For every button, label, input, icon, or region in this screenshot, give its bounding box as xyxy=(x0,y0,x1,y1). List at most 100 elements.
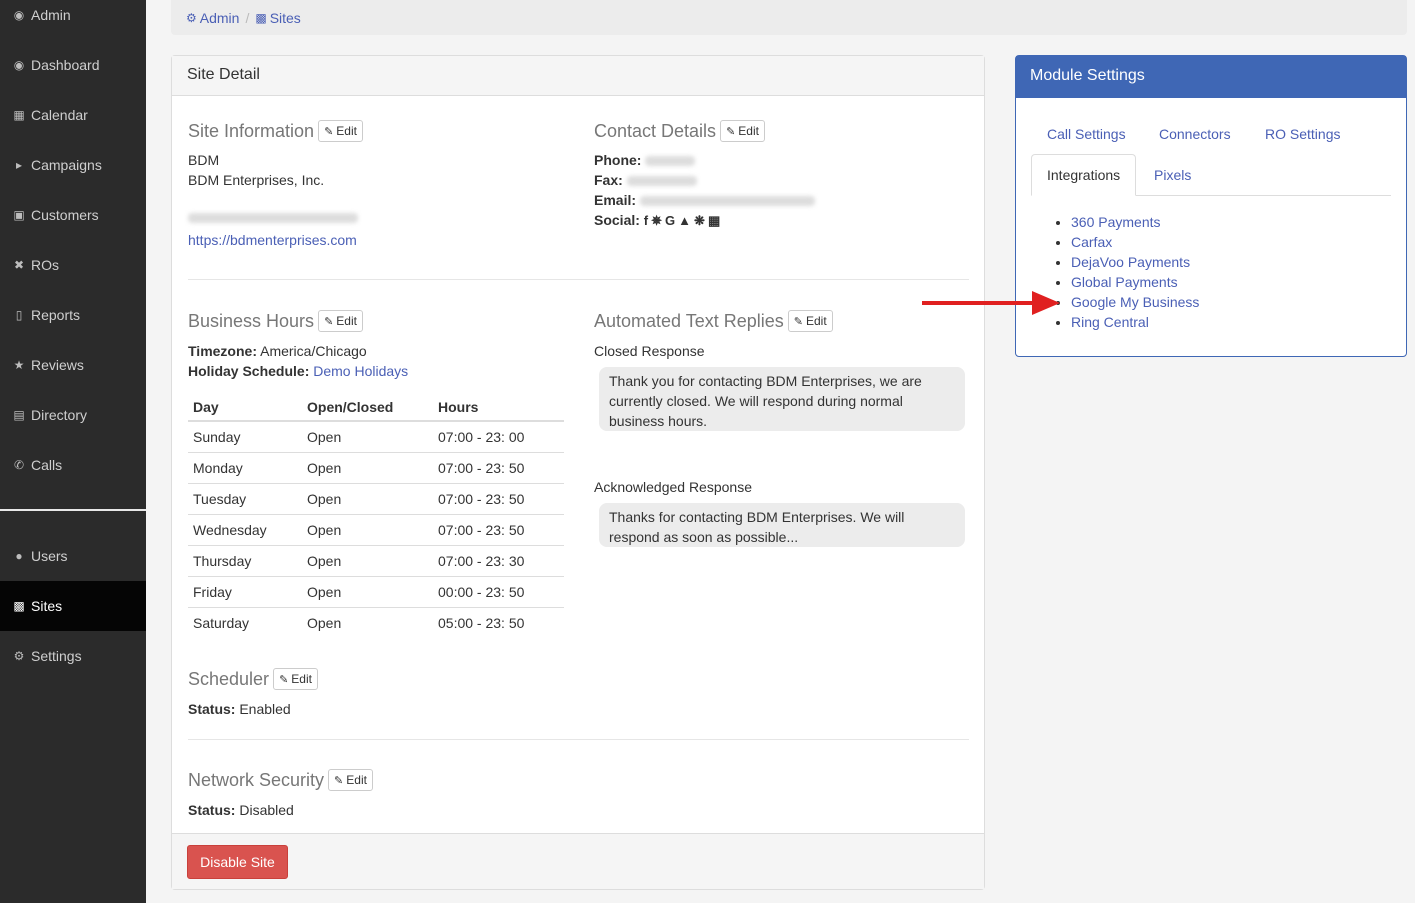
integration-link-dejavoo-payments[interactable]: DejaVoo Payments xyxy=(1071,254,1190,270)
automated-text-replies-heading: Automated Text Replies ✎ Edit xyxy=(594,310,833,332)
sidebar-item-reviews[interactable]: ★ Reviews xyxy=(0,340,146,390)
site-detail-panel: Site Detail Site Information ✎ Edit BDM B… xyxy=(171,55,985,890)
disable-site-button[interactable]: Disable Site xyxy=(187,845,288,879)
sidebar-item-reports[interactable]: ▯ Reports xyxy=(0,290,146,340)
sidebar-item-label: ROs xyxy=(31,257,59,273)
divider xyxy=(188,279,969,280)
column-header: Hours xyxy=(433,393,564,422)
edit-label: Edit xyxy=(346,773,367,787)
scheduler-status: Status: Enabled xyxy=(188,701,291,717)
calendar-icon[interactable]: ▦ xyxy=(708,213,723,228)
tab-connectors[interactable]: Connectors xyxy=(1159,126,1231,142)
breadcrumb: ⚙ Admin / ▩ Sites xyxy=(171,0,1407,35)
sidebar-item-label: Sites xyxy=(31,598,63,614)
sidebar-item-directory[interactable]: ▤ Directory xyxy=(0,390,146,440)
sidebar-item-dashboard[interactable]: ◉ Dashboard xyxy=(0,40,146,90)
table-row: Saturday Open 05:00 - 23: 50 xyxy=(188,606,564,638)
bar-chart-icon: ▯ xyxy=(15,308,23,322)
tab-pixels[interactable]: Pixels xyxy=(1154,167,1191,183)
divider xyxy=(188,739,969,740)
breadcrumb-admin-link[interactable]: Admin xyxy=(200,10,240,26)
dashboard-icon: ◉ xyxy=(13,58,25,72)
twitter-icon[interactable]: ✵ xyxy=(651,213,665,228)
table-row: Thursday Open 07:00 - 23: 30 xyxy=(188,544,564,576)
table-cell: 05:00 - 23: 50 xyxy=(433,606,564,638)
pencil-icon: ✎ xyxy=(324,315,334,328)
integration-link-ring-central[interactable]: Ring Central xyxy=(1071,314,1149,330)
table-cell: 00:00 - 23: 50 xyxy=(433,575,564,607)
column-header: Open/Closed xyxy=(302,393,433,422)
integration-link-global-payments[interactable]: Global Payments xyxy=(1071,274,1178,290)
heading-text: Network Security xyxy=(188,769,325,790)
business-hours-table: Day Open/Closed Hours Sunday Open 07:00 - … xyxy=(188,393,564,638)
edit-network-security-button[interactable]: ✎ Edit xyxy=(328,769,373,791)
tab-integrations[interactable]: Integrations xyxy=(1031,154,1137,196)
google-icon[interactable]: G xyxy=(665,213,678,228)
table-cell: Open xyxy=(302,606,433,638)
site-url-link[interactable]: https://bdmenterprises.com xyxy=(188,232,357,248)
table-cell: Open xyxy=(302,513,433,545)
table-row: Sunday Open 07:00 - 23: 00 xyxy=(188,420,564,452)
table-cell: Open xyxy=(302,544,433,576)
sidebar-item-campaigns[interactable]: ▸ Campaigns xyxy=(0,140,146,190)
fax-label: Fax: xyxy=(594,172,623,188)
edit-label: Edit xyxy=(806,314,827,328)
sidebar-item-label: Directory xyxy=(31,407,88,423)
edit-business-hours-button[interactable]: ✎ Edit xyxy=(318,310,363,332)
table-cell: 07:00 - 23: 30 xyxy=(433,544,564,576)
integration-link-google-my-business[interactable]: Google My Business xyxy=(1071,294,1199,310)
edit-site-information-button[interactable]: ✎ Edit xyxy=(318,120,363,142)
network-security-heading: Network Security ✎ Edit xyxy=(188,769,373,791)
integration-link-360-payments[interactable]: 360 Payments xyxy=(1071,214,1161,230)
sidebar-item-label: Admin xyxy=(31,7,71,23)
breadcrumb-sites-link[interactable]: Sites xyxy=(270,10,301,26)
users-icon: ● xyxy=(15,549,23,563)
column-header: Day xyxy=(188,393,302,422)
network-security-status: Status: Disabled xyxy=(188,802,294,818)
module-settings-panel: Module Settings Call Settings Connectors… xyxy=(1015,55,1407,357)
tab-ro-settings[interactable]: RO Settings xyxy=(1265,126,1340,142)
table-cell: Friday xyxy=(188,575,302,607)
annotation-arrow-icon xyxy=(922,291,1060,315)
timezone-label: Timezone: xyxy=(188,343,257,359)
holiday-schedule-link[interactable]: Demo Holidays xyxy=(313,363,408,379)
sidebar-item-sites[interactable]: ▩ Sites xyxy=(0,581,146,631)
bullhorn-icon: ▸ xyxy=(15,158,23,172)
phone-label: Phone: xyxy=(594,152,642,168)
sidebar-item-ros[interactable]: ✖ ROs xyxy=(0,240,146,290)
integration-link-carfax[interactable]: Carfax xyxy=(1071,234,1112,250)
calendar-icon: ▦ xyxy=(13,108,25,122)
tab-call-settings[interactable]: Call Settings xyxy=(1047,126,1126,142)
list-item: DejaVoo Payments xyxy=(1071,252,1199,272)
sidebar-item-customers[interactable]: ▣ Customers xyxy=(0,190,146,240)
social-label: Social: xyxy=(594,212,640,228)
table-cell: Sunday xyxy=(188,420,302,452)
integrations-list: 360 Payments Carfax DejaVoo Payments Glo… xyxy=(1071,212,1199,332)
edit-contact-details-button[interactable]: ✎ Edit xyxy=(720,120,765,142)
email-label: Email: xyxy=(594,192,637,208)
edit-label: Edit xyxy=(738,124,759,138)
table-row: Wednesday Open 07:00 - 23: 50 xyxy=(188,513,564,545)
edit-scheduler-button[interactable]: ✎ Edit xyxy=(273,668,318,690)
scheduler-heading: Scheduler ✎ Edit xyxy=(188,668,318,690)
pencil-icon: ✎ xyxy=(324,125,334,138)
heading-text: Site Information xyxy=(188,120,315,141)
sidebar-item-settings[interactable]: ⚙ Settings xyxy=(0,631,146,681)
sidebar-item-calendar[interactable]: ▦ Calendar xyxy=(0,90,146,140)
sidebar-item-label: Calls xyxy=(31,457,63,473)
table-row: Monday Open 07:00 - 23: 50 xyxy=(188,451,564,483)
module-settings-title: Module Settings xyxy=(1016,56,1406,98)
edit-auto-replies-button[interactable]: ✎ Edit xyxy=(787,310,833,332)
sidebar-item-admin[interactable]: ◉ Admin xyxy=(0,0,146,40)
table-cell: Tuesday xyxy=(188,482,302,514)
acknowledged-response-label: Acknowledged Response xyxy=(594,479,752,495)
map-icon[interactable]: ▲ xyxy=(678,213,694,228)
book-icon: ▤ xyxy=(13,408,25,422)
edit-label: Edit xyxy=(336,314,357,328)
yelp-icon[interactable]: ❋ xyxy=(694,213,708,228)
sidebar: ◉ Admin ◉ Dashboard ▦ Calendar ▸ Campaig… xyxy=(0,0,146,903)
pencil-icon: ✎ xyxy=(334,774,344,787)
table-cell: Wednesday xyxy=(188,513,302,545)
sidebar-item-calls[interactable]: ✆ Calls xyxy=(0,440,146,490)
sidebar-item-users[interactable]: ● Users xyxy=(0,531,146,581)
